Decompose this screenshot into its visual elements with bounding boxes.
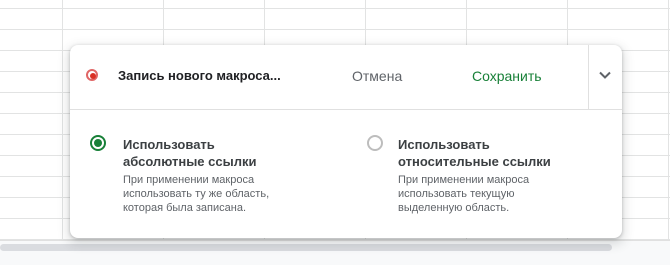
relative-references-title-line1: Использовать — [398, 137, 490, 152]
macro-recording-panel: Запись нового макроса... Отмена Сохранит… — [70, 45, 622, 238]
absolute-references-description-line3: которая была записана. — [123, 202, 247, 214]
relative-references-description-line1: При применении макроса — [398, 174, 530, 186]
grid-row-line — [0, 8, 670, 9]
relative-references-title-line2: относительные ссылки — [398, 154, 551, 169]
absolute-references-title-line2: абсолютные ссылки — [123, 154, 257, 169]
absolute-references-radio[interactable] — [90, 135, 106, 151]
recording-title: Запись нового макроса... — [118, 68, 281, 83]
horizontal-scrollbar-thumb[interactable] — [0, 244, 612, 251]
relative-references-description-line2: использовать текущую — [398, 188, 515, 200]
save-button[interactable]: Сохранить — [472, 68, 542, 84]
absolute-references-title-line1: Использовать — [123, 137, 215, 152]
relative-references-radio[interactable] — [367, 135, 383, 151]
grid-row-line — [0, 29, 670, 30]
expand-options-button[interactable] — [589, 45, 622, 109]
chevron-down-icon — [599, 71, 611, 79]
grid-column-line — [668, 0, 669, 240]
cancel-button[interactable]: Отмена — [352, 68, 402, 84]
absolute-references-description-line1: При применении макроса — [123, 174, 255, 186]
relative-references-description-line3: выделенную область. — [398, 202, 510, 214]
macro-panel-header: Запись нового макроса... Отмена Сохранит… — [70, 45, 622, 110]
absolute-references-description-line2: использовать ту же область, — [123, 188, 270, 200]
recording-indicator-icon — [86, 69, 98, 81]
grid-column-line — [62, 0, 63, 240]
